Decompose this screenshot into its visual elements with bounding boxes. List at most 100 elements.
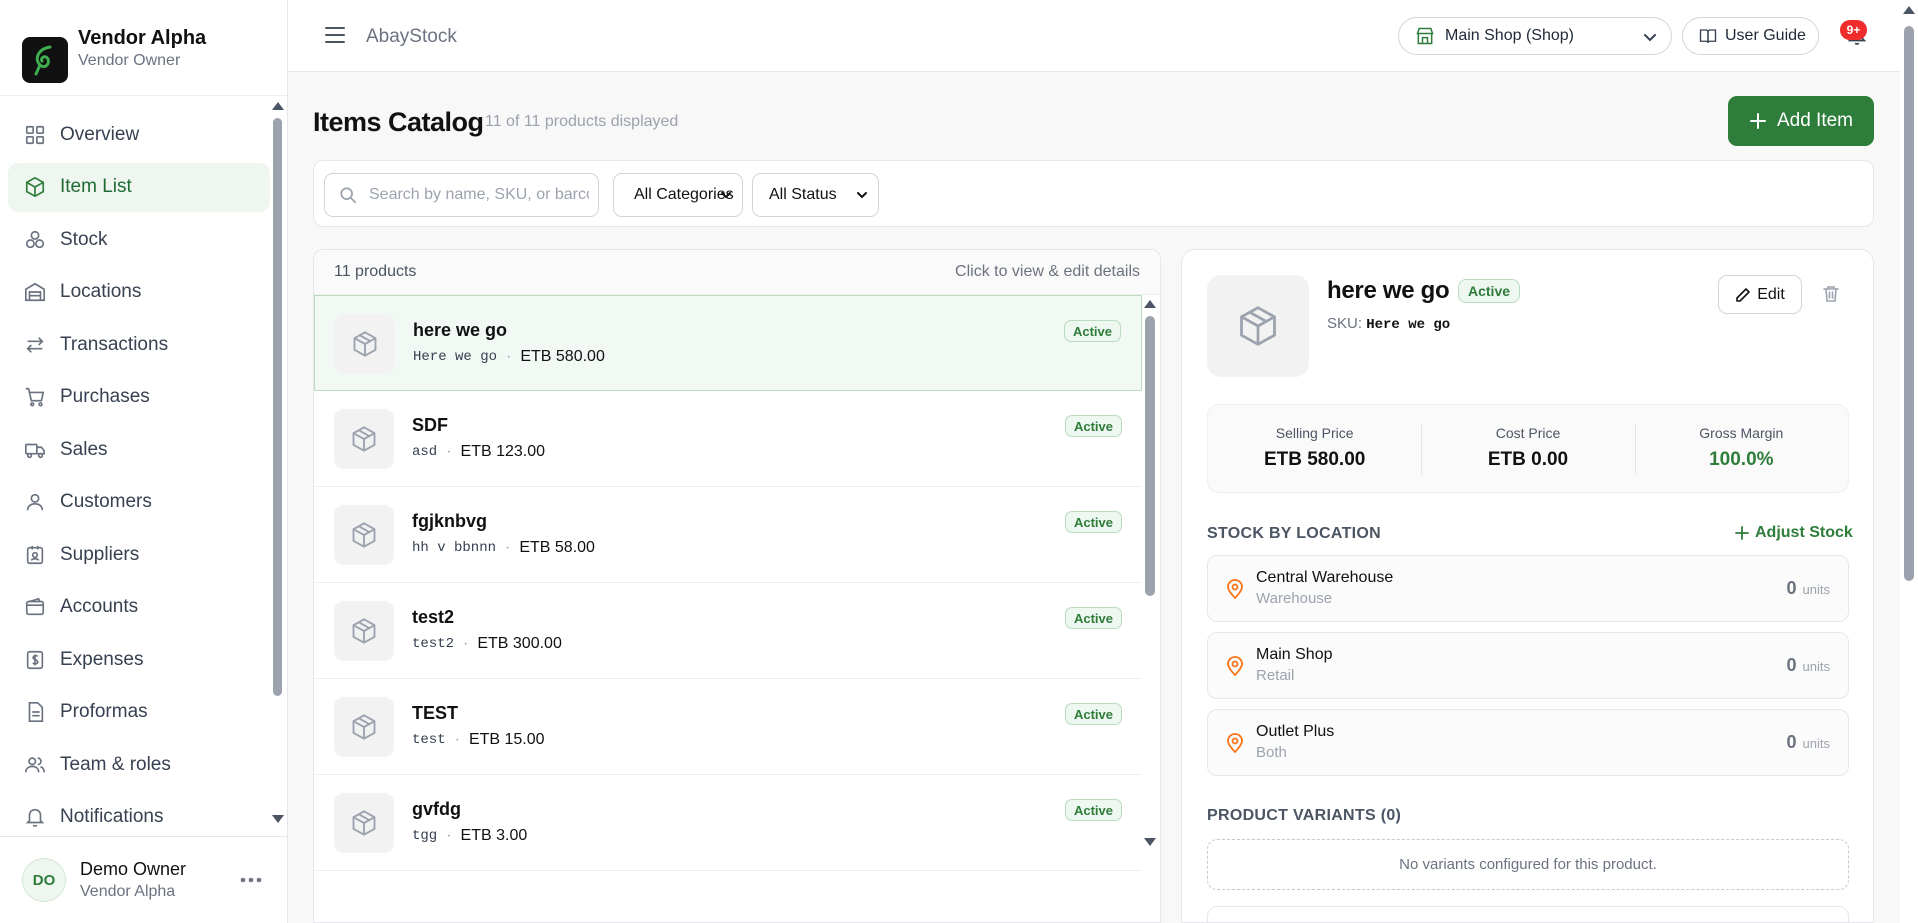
edit-button[interactable]: Edit — [1718, 275, 1802, 314]
sidebar-item-label: Notifications — [60, 806, 164, 827]
sidebar-item-team-roles[interactable]: Team & roles — [8, 740, 270, 789]
location-row: Outlet Plus Both 0 units — [1207, 709, 1849, 776]
separator-dot: · — [446, 827, 452, 844]
sidebar-item-label: Accounts — [60, 596, 139, 617]
product-list-scrollbar[interactable] — [1143, 298, 1157, 848]
sidebar-item-purchases[interactable]: Purchases — [8, 373, 270, 422]
product-sku: Here we go — [413, 349, 498, 365]
separator-dot: · — [454, 731, 460, 748]
product-sku: SKU: Here we go — [1327, 315, 1450, 333]
product-name: SDF — [412, 415, 448, 435]
avatar: DO — [22, 858, 66, 902]
product-row[interactable]: here we go Here we go · ETB 580.00 Active — [314, 295, 1142, 391]
product-row[interactable]: fgjknbvg hh v bbnnn · ETB 58.00 Active — [314, 487, 1142, 583]
product-price: ETB 300.00 — [477, 635, 562, 652]
product-count: 11 products — [334, 263, 417, 280]
adjust-stock-button[interactable]: Adjust Stock — [1735, 524, 1853, 542]
scroll-up-icon[interactable] — [1144, 300, 1156, 308]
product-row[interactable]: test2 test2 · ETB 300.00 Active — [314, 583, 1142, 679]
leaf-logo-icon — [22, 36, 68, 83]
more-options-icon[interactable] — [239, 873, 263, 887]
product-meta: asd · ETB 123.00 — [412, 443, 545, 461]
scroll-up-icon[interactable] — [1903, 6, 1915, 14]
status-badge: Active — [1064, 607, 1122, 629]
arrows-icon — [26, 336, 44, 353]
user-guide-button[interactable]: User Guide — [1682, 17, 1819, 55]
sidebar-scrollbar[interactable] — [270, 100, 284, 825]
topbar: AbayStock Main Shop (Shop) User Guide 9+ — [288, 0, 1900, 72]
sidebar-item-proformas[interactable]: Proformas — [8, 688, 270, 737]
user-profile[interactable]: DO Demo Owner Vendor Alpha — [0, 836, 287, 923]
product-sku: test2 — [412, 636, 455, 652]
sidebar-item-label: Item List — [60, 176, 132, 197]
status-select[interactable]: All Status — [752, 173, 879, 217]
category-select[interactable]: All Categories — [613, 173, 743, 217]
product-name: fgjknbvg — [412, 511, 487, 531]
location-type: Both — [1256, 744, 1287, 761]
price-stats: Selling Price ETB 580.00 Cost Price ETB … — [1207, 404, 1849, 493]
edit-label: Edit — [1757, 285, 1785, 303]
product-price: ETB 58.00 — [519, 539, 595, 556]
product-name: TEST — [412, 703, 459, 723]
scroll-down-icon[interactable] — [1144, 838, 1156, 846]
sidebar-item-stock[interactable]: Stock — [8, 215, 270, 264]
product-image-placeholder — [1207, 275, 1309, 377]
grid-icon — [25, 125, 45, 144]
separator-dot: · — [505, 539, 511, 556]
search-box[interactable] — [324, 173, 599, 217]
store-icon — [1416, 27, 1434, 45]
box-icon — [352, 522, 376, 548]
receipt-icon — [26, 650, 44, 669]
menu-icon[interactable] — [324, 26, 346, 44]
sidebar: Vendor Alpha Vendor Owner Overview Item … — [0, 0, 288, 923]
brand-role: Vendor Owner — [78, 52, 181, 69]
sidebar-item-suppliers[interactable]: Suppliers — [8, 530, 270, 579]
sidebar-item-notifications[interactable]: Notifications — [8, 793, 270, 831]
status-badge: Active — [1064, 799, 1122, 821]
page-scrollbar[interactable] — [1900, 0, 1918, 923]
add-item-button[interactable]: Add Item — [1728, 96, 1874, 146]
plus-icon — [1749, 113, 1766, 129]
shop-selector[interactable]: Main Shop (Shop) — [1398, 17, 1672, 55]
page-scroll-thumb[interactable] — [1904, 26, 1914, 581]
box-icon — [25, 176, 45, 198]
sidebar-item-label: Suppliers — [60, 543, 140, 565]
sidebar-item-label: Overview — [60, 123, 140, 145]
sidebar-item-label: Stock — [60, 228, 108, 250]
location-qty: 0 — [1786, 578, 1797, 598]
sidebar-item-overview[interactable]: Overview — [8, 110, 270, 159]
product-variants-title: PRODUCT VARIANTS (0) — [1207, 807, 1402, 824]
sidebar-item-label: Purchases — [60, 386, 150, 407]
map-pin-icon — [1227, 579, 1243, 599]
sidebar-item-accounts[interactable]: Accounts — [8, 583, 270, 632]
boxes-icon — [25, 230, 45, 248]
sidebar-item-transactions[interactable]: Transactions — [8, 320, 270, 369]
product-row[interactable]: gvfdg tgg · ETB 3.00 Active — [314, 775, 1142, 871]
chevron-down-icon — [1644, 34, 1656, 42]
product-row[interactable]: SDF asd · ETB 123.00 Active — [314, 391, 1142, 487]
list-hint: Click to view & edit details — [955, 263, 1140, 280]
next-section-card — [1207, 906, 1849, 922]
separator-dot: · — [463, 635, 469, 652]
product-price: ETB 580.00 — [520, 348, 605, 365]
product-thumbnail — [335, 314, 395, 374]
scroll-up-icon[interactable] — [272, 102, 284, 110]
sidebar-item-customers[interactable]: Customers — [8, 478, 270, 527]
product-list-scroll-thumb[interactable] — [1145, 316, 1155, 596]
product-meta: Here we go · ETB 580.00 — [413, 348, 605, 366]
map-pin-icon — [1227, 656, 1243, 676]
product-sku: asd — [412, 444, 438, 460]
sidebar-item-item-list[interactable]: Item List — [8, 162, 270, 212]
product-row[interactable]: TEST test · ETB 15.00 Active — [314, 679, 1142, 775]
product-thumbnail — [334, 505, 394, 565]
trash-icon[interactable] — [1822, 285, 1840, 303]
sidebar-scroll-thumb[interactable] — [273, 118, 282, 696]
sidebar-item-expenses[interactable]: Expenses — [8, 635, 270, 684]
search-input[interactable] — [369, 186, 589, 204]
shop-selector-value: Main Shop (Shop) — [1445, 27, 1574, 44]
book-icon — [1699, 29, 1717, 43]
scroll-down-icon[interactable] — [272, 815, 284, 823]
status-badge: Active — [1064, 511, 1122, 533]
sidebar-item-locations[interactable]: Locations — [8, 268, 270, 317]
sidebar-item-sales[interactable]: Sales — [8, 425, 270, 474]
